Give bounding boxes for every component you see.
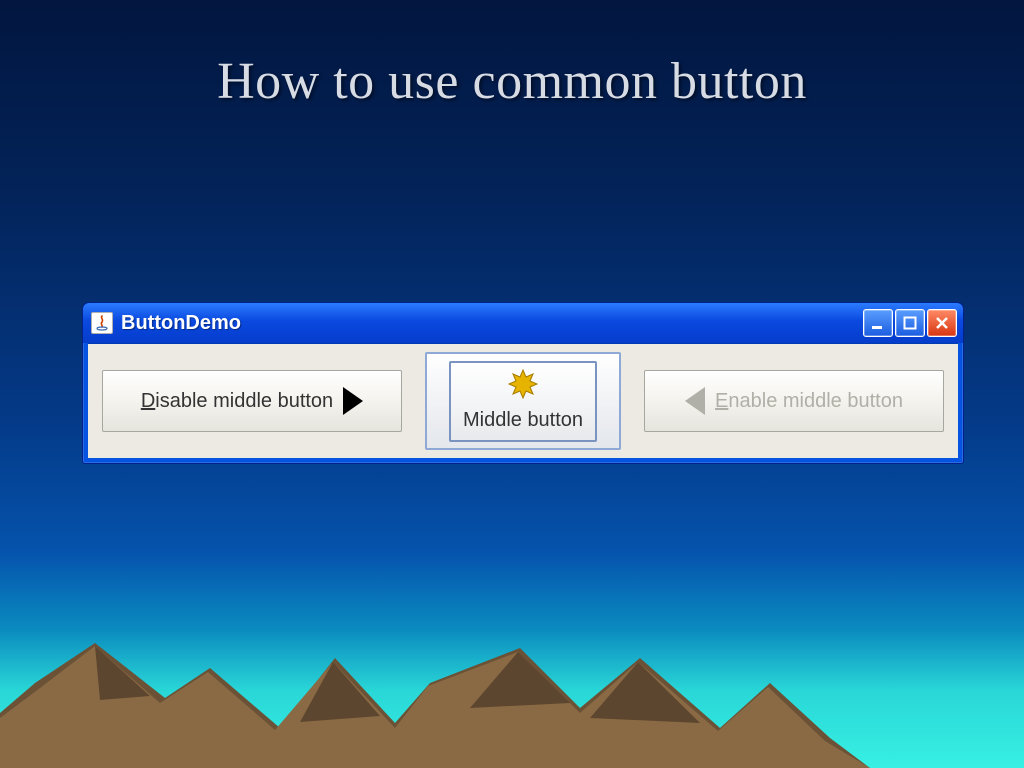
- close-button[interactable]: [927, 309, 957, 337]
- sun-icon: [508, 369, 538, 405]
- mountain-decoration: [0, 588, 1024, 768]
- button-label: Enable middle button: [715, 390, 903, 413]
- minimize-button[interactable]: [863, 309, 893, 337]
- button-label: Disable middle button: [141, 390, 333, 413]
- window-frame: ButtonDemo Disable middle button: [82, 302, 964, 464]
- middle-button[interactable]: Middle button: [449, 361, 597, 442]
- button-label: Middle button: [463, 409, 583, 432]
- title-bar[interactable]: ButtonDemo: [83, 303, 963, 343]
- enable-middle-button: Enable middle button: [644, 370, 944, 432]
- maximize-button[interactable]: [895, 309, 925, 337]
- slide-title: How to use common button: [0, 52, 1024, 111]
- java-app-icon: [91, 312, 113, 334]
- arrow-right-icon: [343, 387, 363, 415]
- middle-button-focus: Middle button: [425, 352, 621, 450]
- window-client-area: Disable middle button Middle button Enab…: [88, 343, 958, 458]
- arrow-left-icon: [685, 387, 705, 415]
- window-title: ButtonDemo: [121, 312, 241, 335]
- disable-middle-button[interactable]: Disable middle button: [102, 370, 402, 432]
